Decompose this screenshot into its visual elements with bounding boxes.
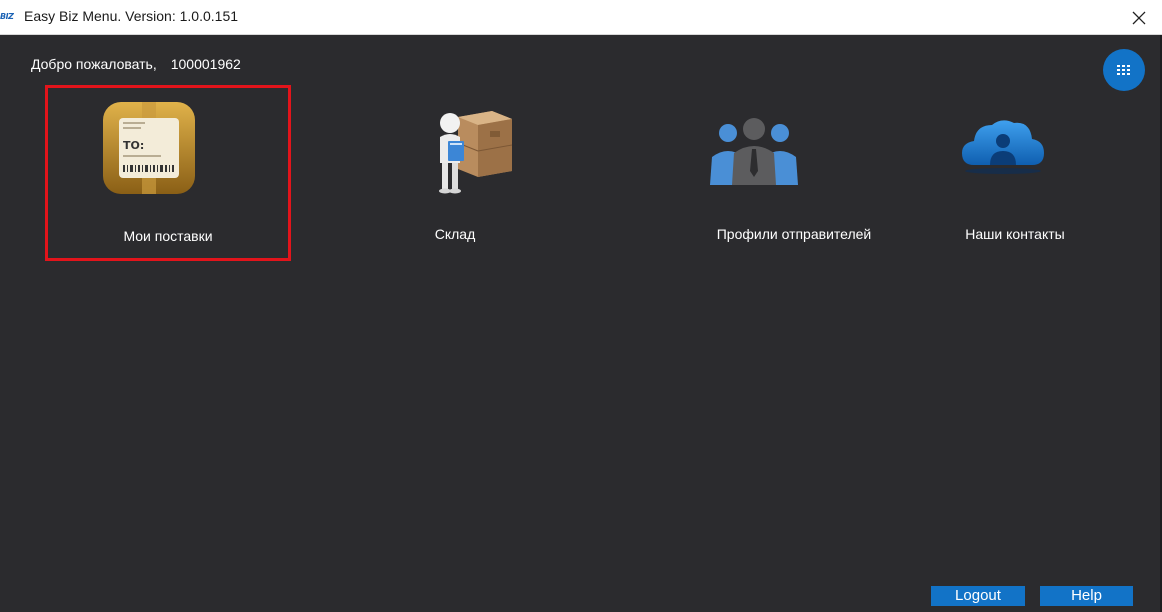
tile-our-contacts[interactable]: Наши контакты bbox=[940, 95, 1090, 255]
tile-my-deliveries[interactable]: TO: Мои поставки bbox=[45, 85, 291, 261]
warehouse-boxes-icon bbox=[439, 111, 513, 194]
tile-label: Склад bbox=[434, 226, 476, 242]
people-group-icon bbox=[710, 118, 798, 185]
svg-text:TO:: TO: bbox=[123, 139, 144, 152]
tile-sender-profiles[interactable]: Профили отправителей bbox=[694, 95, 894, 255]
close-button[interactable] bbox=[1116, 0, 1162, 35]
tile-label: Мои поставки bbox=[123, 228, 213, 244]
cloud-contacts-icon bbox=[962, 120, 1044, 174]
main-panel: Добро пожаловать, 100001962 TO: Мои пост… bbox=[0, 35, 1160, 612]
app-logo: BIZ bbox=[0, 12, 14, 21]
help-button[interactable]: Help bbox=[1040, 586, 1133, 606]
welcome-message: Добро пожаловать, 100001962 bbox=[31, 56, 241, 72]
welcome-text: Добро пожаловать, bbox=[31, 56, 157, 72]
close-icon bbox=[1132, 11, 1146, 24]
tile-label: Профили отправителей bbox=[716, 226, 872, 242]
shipping-label-icon: TO: bbox=[103, 102, 195, 194]
user-id: 100001962 bbox=[170, 56, 241, 72]
tile-label: Наши контакты bbox=[965, 226, 1065, 242]
window-title: Easy Biz Menu. Version: 1.0.0.151 bbox=[24, 8, 239, 24]
logout-button[interactable]: Logout bbox=[931, 586, 1025, 606]
apps-menu-button[interactable] bbox=[1103, 49, 1145, 91]
tile-warehouse[interactable]: Склад bbox=[380, 95, 530, 255]
title-bar: BIZ Easy Biz Menu. Version: 1.0.0.151 bbox=[0, 0, 1162, 35]
grid-dots-icon bbox=[1117, 65, 1130, 75]
